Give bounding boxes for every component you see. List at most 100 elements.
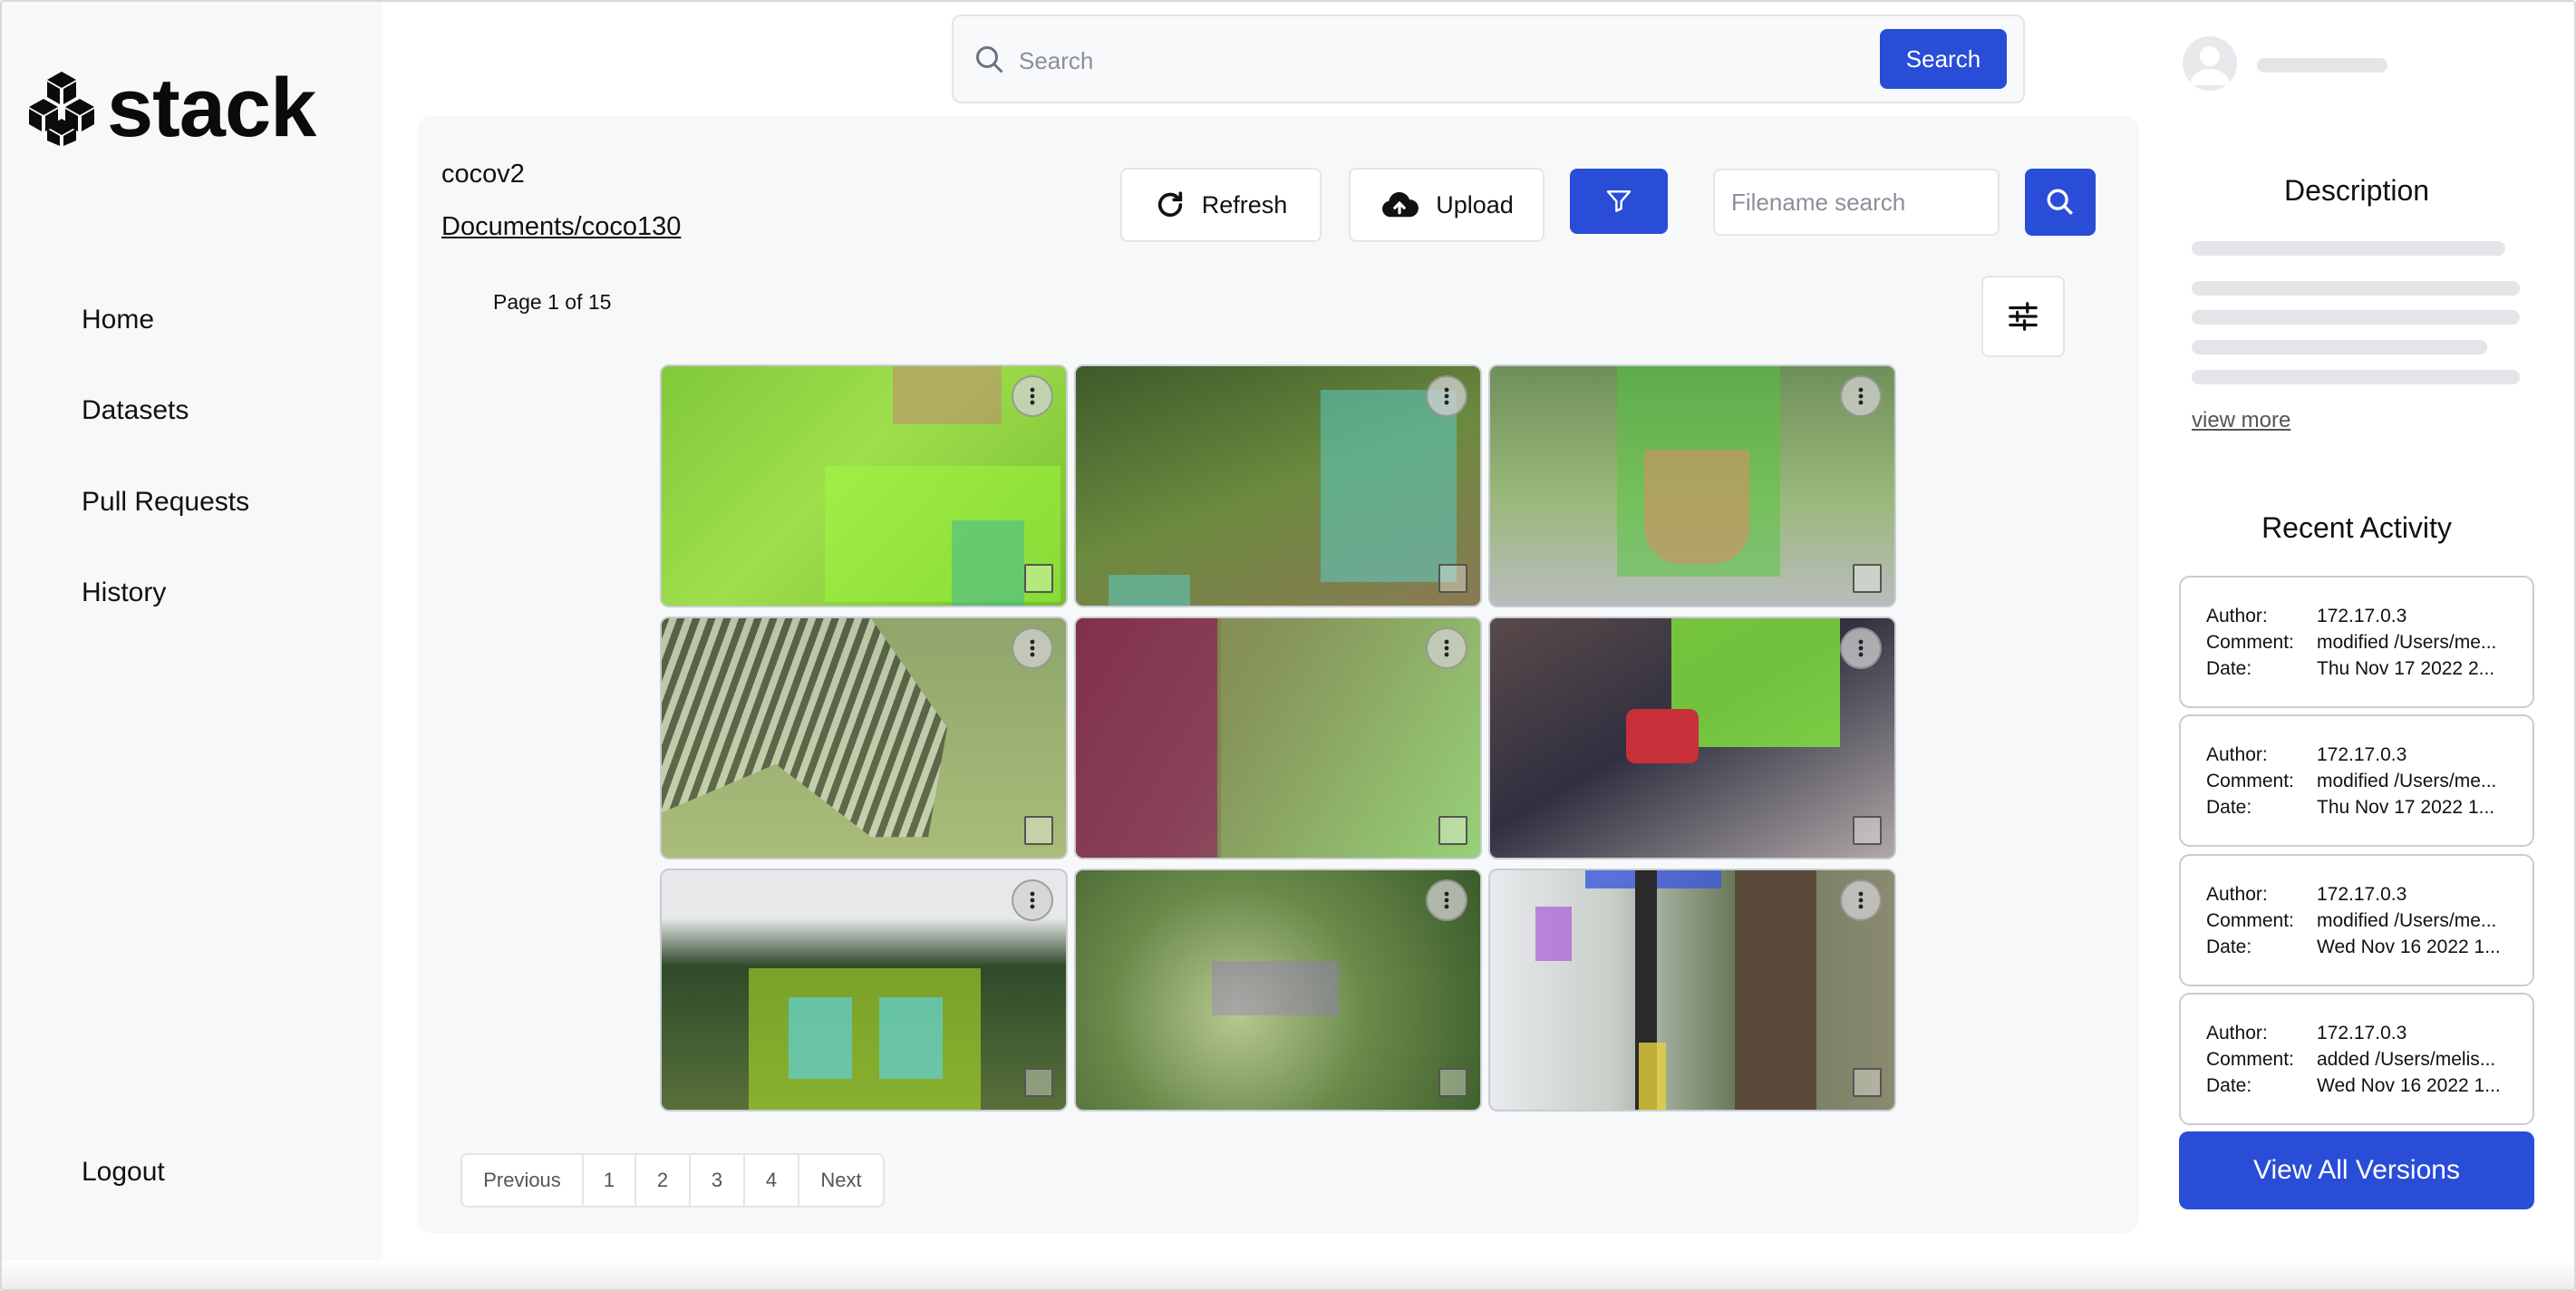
image-tile[interactable] [1074,869,1482,1111]
image-select-checkbox[interactable] [1438,564,1467,593]
page-button-1[interactable]: 1 [584,1155,636,1206]
activity-card[interactable]: Author: 172.17.0.3 Comment: added /Users/m… [2179,993,2534,1125]
activity-card[interactable]: Author: 172.17.0.3 Comment: modified /User… [2179,714,2534,847]
bottom-shadow [0,1260,2576,1291]
image-select-checkbox[interactable] [1853,1068,1882,1097]
image-tile[interactable] [660,364,1068,607]
author-label: Author: [2206,1023,2268,1043]
image-menu-button[interactable] [1012,879,1053,921]
image-select-checkbox[interactable] [1024,816,1053,845]
author-label: Author: [2206,606,2268,626]
image-menu-button[interactable] [1426,375,1467,417]
image-select-checkbox[interactable] [1438,1068,1467,1097]
filter-button[interactable] [1570,169,1668,234]
activity-date: Thu Nov 17 2022 2... [2317,658,2495,679]
search-icon [2047,189,2073,215]
upload-button[interactable]: Upload [1349,168,1545,242]
view-all-versions-button[interactable]: View All Versions [2179,1131,2534,1209]
logo[interactable]: stack [24,62,316,154]
vase-shape [1644,450,1749,564]
upload-label: Upload [1436,190,1514,218]
activity-date: Thu Nov 17 2022 1... [2317,797,2495,818]
page-indicator: Page 1 of 15 [493,290,612,314]
more-vertical-icon [1030,639,1035,657]
global-search-button[interactable]: Search [1880,29,2007,89]
comment-label: Comment: [2206,632,2294,653]
activity-date: Wed Nov 16 2022 1... [2317,937,2501,957]
dataset-path-link[interactable]: Documents/coco130 [441,212,681,242]
activity-card[interactable]: Author: 172.17.0.3 Comment: modified /User… [2179,854,2534,986]
logout-link[interactable]: Logout [82,1157,165,1188]
image-menu-button[interactable] [1012,627,1053,669]
annotation-box [1639,1043,1666,1110]
description-title: Description [2283,174,2430,207]
comment-label: Comment: [2206,910,2294,931]
logo-text: stack [107,62,316,154]
image-tile[interactable] [660,869,1068,1111]
more-vertical-icon [1030,387,1035,405]
pagination: Previous 1 2 3 4 Next [460,1153,885,1208]
activity-date: Wed Nov 16 2022 1... [2317,1075,2501,1096]
filename-search-button[interactable] [2025,169,2096,236]
more-vertical-icon [1444,387,1449,405]
author-label: Author: [2206,884,2268,905]
tree-trunk-shape [1735,870,1816,1110]
annotation-box [1076,618,1221,858]
author-label: Author: [2206,744,2268,765]
page-button-4[interactable]: 4 [745,1155,799,1206]
annotation-box [952,520,1024,606]
description-skeleton-line [2192,241,2505,256]
image-tile[interactable] [1488,364,1896,607]
image-menu-button[interactable] [1426,627,1467,669]
sidebar-item-home[interactable]: Home [82,305,154,335]
date-label: Date: [2206,797,2252,818]
view-settings-button[interactable] [1981,276,2065,357]
filename-search-input[interactable] [1713,169,2000,236]
image-menu-button[interactable] [1426,879,1467,921]
sidebar-item-datasets[interactable]: Datasets [82,395,189,426]
image-select-checkbox[interactable] [1853,564,1882,593]
activity-card[interactable]: Author: 172.17.0.3 Comment: modified /User… [2179,576,2534,708]
image-tile[interactable] [1488,616,1896,859]
red-object [1626,709,1699,763]
image-tile[interactable] [660,616,1068,859]
more-vertical-icon [1030,891,1035,909]
next-page-button[interactable]: Next [799,1155,883,1206]
activity-author: 172.17.0.3 [2317,744,2407,765]
image-menu-button[interactable] [1840,375,1882,417]
image-tile[interactable] [1074,364,1482,607]
annotation-box [1535,907,1572,961]
image-select-checkbox[interactable] [1853,816,1882,845]
description-skeleton-line [2192,340,2487,354]
activity-author: 172.17.0.3 [2317,884,2407,905]
view-more-link[interactable]: view more [2192,408,2290,433]
comment-label: Comment: [2206,771,2294,791]
page-button-3[interactable]: 3 [691,1155,745,1206]
image-menu-button[interactable] [1840,627,1882,669]
page-button-2[interactable]: 2 [636,1155,691,1206]
sidebar-item-history[interactable]: History [82,578,166,608]
dataset-name: cocov2 [441,160,525,189]
image-menu-button[interactable] [1840,879,1882,921]
annotation-box [1109,575,1190,606]
image-menu-button[interactable] [1012,375,1053,417]
search-icon [976,46,1003,73]
global-search-input[interactable] [1019,36,1889,85]
user-icon [2190,46,2230,85]
image-tile[interactable] [1488,869,1896,1111]
activity-comment: modified /Users/me... [2317,910,2497,931]
image-select-checkbox[interactable] [1024,1068,1053,1097]
image-tile[interactable] [1074,616,1482,859]
image-select-checkbox[interactable] [1438,816,1467,845]
recent-activity-title: Recent Activity [2261,511,2452,544]
cloud-upload-icon [1382,191,1419,218]
refresh-label: Refresh [1201,190,1288,218]
refresh-icon [1157,191,1182,217]
filter-icon [1606,190,1632,212]
refresh-button[interactable]: Refresh [1120,168,1322,242]
avatar[interactable] [2183,36,2237,91]
date-label: Date: [2206,658,2252,679]
image-select-checkbox[interactable] [1024,564,1053,593]
previous-page-button[interactable]: Previous [462,1155,584,1206]
sidebar-item-pull-requests[interactable]: Pull Requests [82,487,249,518]
